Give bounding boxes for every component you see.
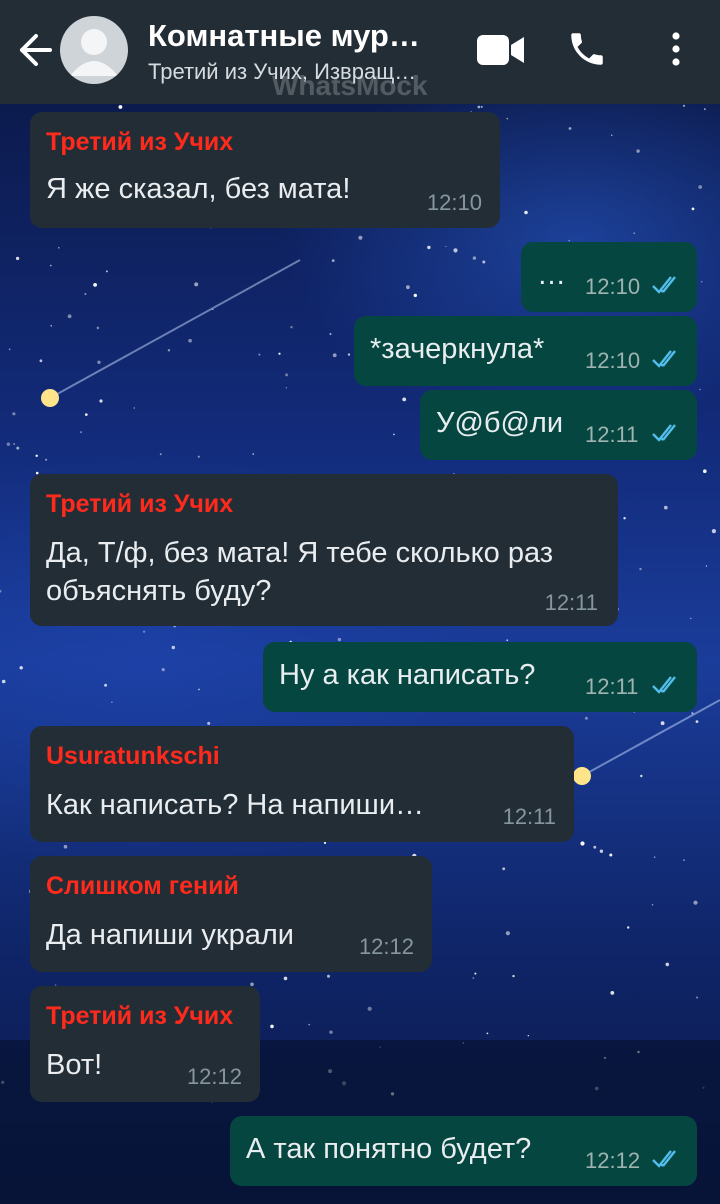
message-outgoing[interactable]: *зачеркнула* 12:10 (354, 316, 697, 386)
group-avatar[interactable] (60, 16, 128, 84)
message-time: 12:10 (585, 274, 641, 299)
double-check-icon (652, 676, 676, 694)
chat-title[interactable]: Комнатные мур… (148, 18, 448, 54)
message-text-line-2: объяснять буду? (46, 575, 272, 607)
message-time: 12:11 (544, 590, 598, 615)
phone-icon[interactable] (566, 28, 608, 70)
message-time: 12:12 (186, 1064, 242, 1089)
message-outgoing[interactable]: У@б@ли 12:11 (420, 390, 697, 460)
sender-name: Третий из Учих (46, 128, 234, 156)
message-text: Как написать? На напиши… (46, 789, 425, 821)
back-button[interactable] (14, 30, 54, 70)
watermark: WhatsMock (272, 70, 428, 101)
message-text: Ну а как написать? (279, 659, 536, 691)
message-outgoing[interactable]: А так понятно будет? 12:12 (230, 1116, 697, 1186)
message-time: 12:11 (502, 804, 556, 829)
message-text: Да напиши украли (46, 919, 294, 951)
message-text: *зачеркнула* (370, 333, 545, 365)
double-check-icon (652, 276, 676, 294)
message-time: 12:11 (585, 674, 639, 699)
message-time: 12:12 (358, 934, 414, 959)
message-incoming[interactable]: Слишком гений Да напиши украли 12:12 (30, 856, 432, 972)
sender-name: Третий из Учих (46, 490, 234, 518)
message-text: … (537, 259, 566, 291)
default-avatar-icon (70, 29, 118, 76)
message-text-line-1: Да, Т/ф, без мата! Я тебе сколько раз (46, 537, 554, 569)
double-check-icon (652, 424, 676, 442)
more-options-icon[interactable] (666, 30, 686, 70)
message-incoming[interactable]: Третий из Учих Да, Т/ф, без мата! Я тебе… (30, 474, 618, 626)
message-outgoing[interactable]: … 12:10 (521, 242, 697, 312)
sender-name: Usuratunkschi (46, 742, 220, 770)
message-incoming[interactable]: Usuratunkschi Как написать? На напиши… 1… (30, 726, 574, 842)
message-time: 12:12 (585, 1148, 641, 1173)
message-text: А так понятно будет? (246, 1133, 532, 1165)
message-time: 12:10 (426, 190, 482, 215)
message-incoming[interactable]: Третий из Учих Вот! 12:12 (30, 986, 260, 1102)
message-text: У@б@ли (436, 407, 564, 439)
sender-name: Слишком гений (46, 872, 239, 900)
message-outgoing[interactable]: Ну а как написать? 12:11 (263, 642, 697, 712)
message-time: 12:10 (585, 348, 641, 373)
message-text: Вот! (46, 1049, 103, 1081)
message-incoming[interactable]: Третий из Учих Я же сказал, без мата! 12… (30, 112, 500, 228)
back-arrow-icon (20, 34, 52, 66)
message-text: Я же сказал, без мата! (46, 173, 351, 205)
double-check-icon (652, 350, 676, 368)
video-call-icon[interactable] (476, 32, 526, 68)
double-check-icon (652, 1150, 676, 1168)
message-time: 12:11 (585, 422, 639, 447)
sender-name: Третий из Учих (46, 1002, 234, 1030)
